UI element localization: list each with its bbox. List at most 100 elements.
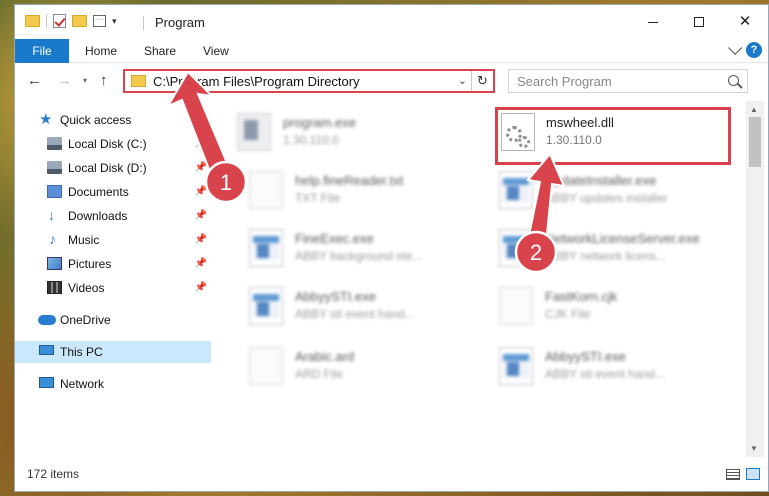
file-name: FastKorn.cjk [545,289,618,304]
sidebar-item-label: Pictures [68,257,112,271]
scroll-up-icon[interactable]: ▲ [750,105,758,114]
quick-access-toolbar: ▾ [25,14,117,28]
file-detail: TXT File [295,191,341,205]
navigation-bar: ← → ▾ ↑ C:\Program Files\Program Directo… [15,64,768,98]
pin-icon[interactable]: 📌 [195,133,207,155]
sidebar-item-label: Local Disk (C:) [68,137,147,151]
address-bar[interactable]: C:\Program Files\Program Directory ⌄ ↻ [123,69,495,93]
disk-icon [47,161,62,174]
title-divider [143,16,144,30]
file-item-arabic-ard[interactable]: Arabic.ard ARD File [237,341,487,395]
file-name: program.exe [283,115,356,130]
window-title: Program [155,15,205,30]
sidebar-item-label: Music [68,233,100,247]
sidebar-item-label: This PC [60,345,103,359]
properties-icon[interactable] [93,15,106,27]
close-button[interactable]: ✕ [722,5,768,39]
refresh-button[interactable]: ↻ [471,71,493,91]
file-item-abbyysti-exe-2[interactable]: AbbyySTI.exe ABBY sti event hand... [487,341,737,395]
expand-ribbon-chevron-icon[interactable] [728,40,743,55]
app-icon [249,287,283,325]
scroll-down-icon[interactable]: ▼ [750,444,758,453]
pin-icon[interactable]: 📌 [195,253,207,275]
sidebar-item-documents[interactable]: Documents 📌 [15,181,211,203]
pictures-icon [47,257,62,270]
scrollbar-thumb[interactable] [749,117,761,167]
disk-icon [47,137,62,150]
network-icon [39,377,54,388]
item-count: 172 items [27,467,80,481]
status-bar: 172 items [15,463,768,487]
sidebar-item-label: Videos [68,281,105,295]
sidebar-item-quick-access[interactable]: ★ Quick access [15,109,211,131]
maximize-button[interactable] [676,5,722,39]
sidebar-item-label: Documents [68,185,129,199]
address-path[interactable]: C:\Program Files\Program Directory [153,74,360,89]
file-detail: ABBY sti event hand... [545,367,665,381]
customize-toolbar-chevron-icon[interactable]: ▾ [112,16,117,27]
file-name: Arabic.ard [295,349,355,364]
address-dropdown-icon[interactable]: ⌄ [458,74,467,87]
file-item-fastkorn-cjk[interactable]: FastKorn.cjk CJK File [487,281,737,335]
recent-locations-button[interactable]: ▾ [83,76,87,85]
pin-icon[interactable]: 📌 [195,229,207,251]
help-icon[interactable]: ? [746,42,762,58]
search-input[interactable]: Search Program [517,74,612,89]
file-item-program-exe[interactable]: program.exe 1.30.110.0 [225,107,475,161]
close-icon: ✕ [738,13,752,30]
sidebar-item-videos[interactable]: Videos 📌 [15,277,211,299]
navigation-pane: ★ Quick access Local Disk (C:) 📌 Local D… [15,101,215,457]
sidebar-item-onedrive[interactable]: OneDrive [15,309,211,331]
file-detail: ARD File [295,367,344,381]
large-icons-view-icon[interactable] [746,468,760,480]
tab-home[interactable]: Home [85,39,117,63]
pin-icon[interactable]: 📌 [195,205,207,227]
tab-view[interactable]: View [203,39,229,63]
pin-icon[interactable]: 📌 [195,157,207,179]
sidebar-item-local-disk-c[interactable]: Local Disk (C:) 📌 [15,133,211,155]
back-button[interactable]: ← [27,72,42,89]
pin-icon[interactable]: 📌 [195,181,207,203]
highlight-box [495,107,731,165]
file-item-help-txt[interactable]: help.fineReader.txt TXT File [237,165,487,219]
file-detail: ABBY background ste... [295,249,423,263]
file-item-networklicenseserver-exe[interactable]: NetworkLicenseServer.exe ABBY network li… [487,223,737,277]
downloads-icon: ↓ [48,207,55,223]
folder-icon[interactable] [25,15,40,27]
this-pc-icon [39,345,54,355]
file-detail: ABBY updates installer [545,191,668,205]
sidebar-item-pictures[interactable]: Pictures 📌 [15,253,211,275]
app-icon [237,113,271,151]
file-item-abbyysti-exe[interactable]: AbbyySTI.exe ABBY sti event hand... [237,281,487,335]
file-name: AbbyySTI.exe [295,289,376,304]
sidebar-item-local-disk-d[interactable]: Local Disk (D:) 📌 [15,157,211,179]
folder-icon [131,75,146,87]
properties-check-icon[interactable] [53,14,66,28]
sidebar-item-network[interactable]: Network [15,373,211,395]
app-icon [249,229,283,267]
pin-icon[interactable]: 📌 [195,277,207,299]
minimize-button[interactable] [630,5,676,39]
app-icon [499,347,533,385]
vertical-scrollbar[interactable]: ▲ ▼ [746,101,764,457]
toolbar-divider [46,14,47,28]
up-button[interactable]: ↑ [100,72,108,89]
ribbon-controls: ? [728,40,762,58]
tab-file[interactable]: File [15,39,69,63]
details-view-icon[interactable] [726,469,740,480]
file-item-fineexec-exe[interactable]: FineExec.exe ABBY background ste... [237,223,487,277]
sidebar-item-music[interactable]: ♪ Music 📌 [15,229,211,251]
forward-button[interactable]: → [57,72,72,89]
music-icon: ♪ [49,231,56,247]
sidebar-item-label: Local Disk (D:) [68,161,147,175]
sidebar-item-downloads[interactable]: ↓ Downloads 📌 [15,205,211,227]
tab-share[interactable]: Share [144,39,176,63]
sidebar-item-label: Downloads [68,209,128,223]
search-box[interactable]: Search Program [508,69,748,93]
sidebar-item-this-pc[interactable]: This PC [15,341,211,363]
new-folder-icon[interactable] [72,15,87,27]
videos-icon [47,281,62,294]
file-detail: CJK File [545,307,591,321]
search-icon[interactable] [728,75,739,86]
file-item-updateinstaller-exe[interactable]: UpdateInstaller.exe ABBY updates install… [487,165,737,219]
